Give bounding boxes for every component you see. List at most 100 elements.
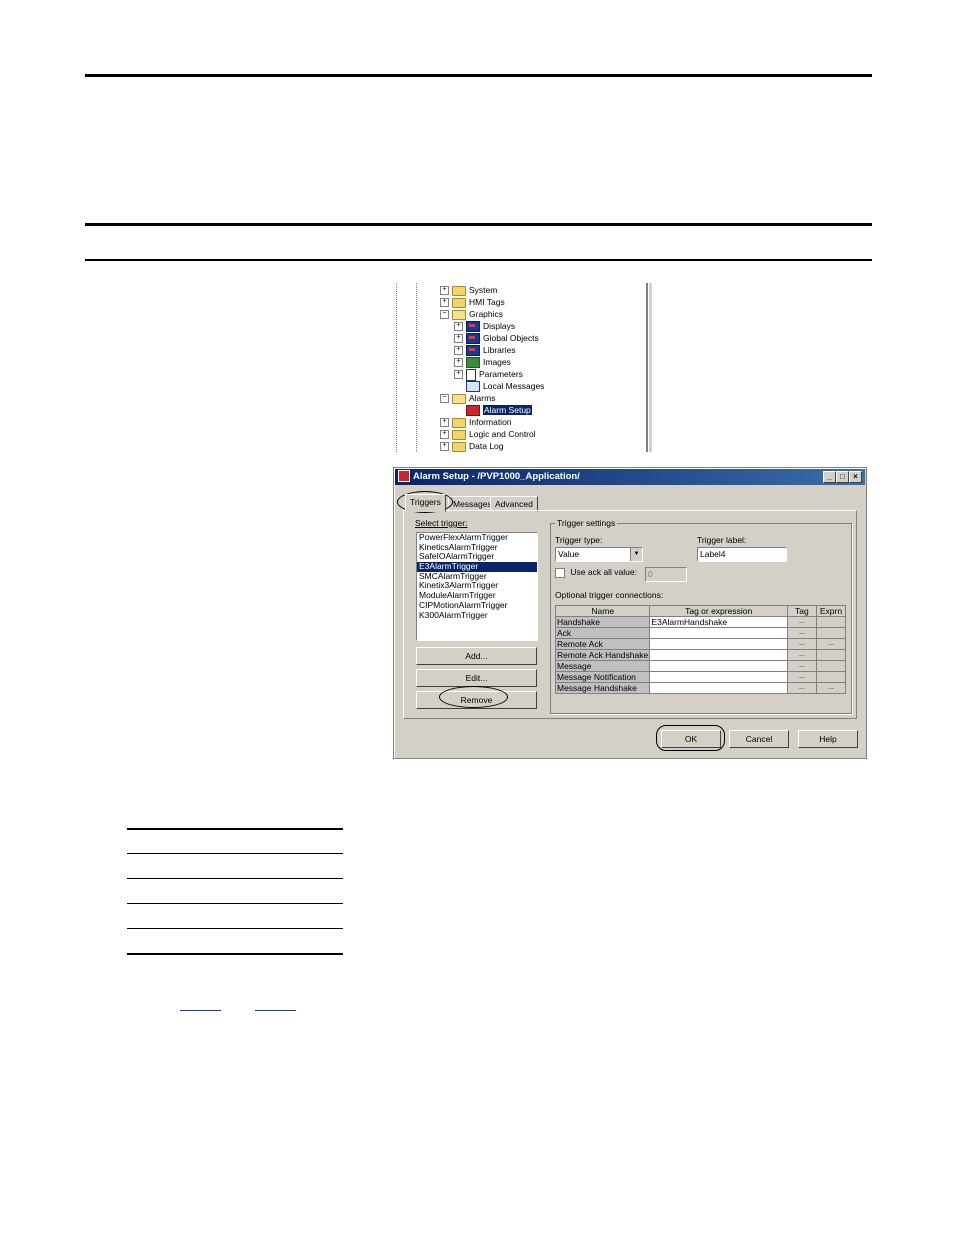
expand-icon[interactable]: + (454, 322, 463, 332)
alarm-setup-dialog: Alarm Setup - /PVP1000_Application/ _ □ … (393, 467, 867, 759)
tree-item-label: Logic and Control (469, 429, 536, 439)
tree-item[interactable]: Alarm Setup (454, 404, 532, 417)
folder-icon (452, 417, 466, 428)
tag-browse-button[interactable]: ... (786, 682, 817, 694)
tab-triggers[interactable]: Triggers (405, 494, 446, 512)
expand-icon[interactable]: + (454, 346, 463, 356)
ok-button-callout (656, 725, 725, 751)
tree-item[interactable]: − Alarms (440, 392, 495, 404)
edit-button[interactable]: Edit... (416, 669, 537, 687)
add-button[interactable]: Add... (416, 647, 537, 665)
expression-edit-button[interactable]: ... (815, 638, 847, 650)
table-row: Message Notification... (554, 671, 847, 683)
optional-connections-label: Optional trigger connections: (555, 590, 664, 600)
tree-item[interactable]: + System (440, 284, 497, 296)
link-underline-2[interactable] (255, 1010, 296, 1011)
collapse-icon[interactable]: − (440, 310, 449, 320)
trigger-type-select[interactable]: Value ▼ (555, 547, 643, 562)
connection-name-cell: Message Handshake (554, 682, 651, 694)
use-ack-all-checkbox[interactable] (555, 567, 565, 578)
tree-item[interactable]: + Information (440, 416, 512, 428)
close-button[interactable]: × (849, 471, 862, 483)
trigger-list[interactable]: PowerFlexAlarmTrigger KineticsAlarmTrigge… (416, 532, 538, 641)
section-rule-bottom (85, 259, 872, 261)
expression-edit-button[interactable] (815, 671, 847, 683)
tag-expression-cell[interactable] (649, 660, 788, 672)
expression-edit-button[interactable] (815, 627, 847, 639)
tag-expression-cell[interactable] (649, 649, 788, 661)
title-bar[interactable]: Alarm Setup - /PVP1000_Application/ _ □ … (395, 469, 865, 485)
column-header-tag[interactable]: Tag (786, 605, 817, 617)
dialog-title: Alarm Setup - /PVP1000_Application/ (413, 471, 580, 482)
tag-browse-button[interactable]: ... (786, 660, 817, 672)
maximize-button[interactable]: □ (836, 471, 849, 483)
expand-icon[interactable]: + (440, 430, 449, 440)
trigger-type-label: Trigger type: (555, 535, 603, 545)
connection-name-cell: Remote Ack (554, 638, 651, 650)
tree-item[interactable]: + Libraries (454, 344, 516, 357)
tree-item-label: Displays (483, 321, 516, 331)
table-rule-5 (127, 928, 343, 929)
expression-edit-button[interactable] (815, 660, 847, 672)
tag-browse-button[interactable]: ... (786, 616, 817, 628)
tree-item[interactable]: + Displays (454, 320, 516, 333)
use-ack-all-row: Use ack all value: (555, 567, 637, 578)
expression-edit-button[interactable]: ... (815, 682, 847, 694)
expand-icon[interactable]: + (454, 370, 463, 380)
expand-icon[interactable]: + (440, 298, 449, 308)
tag-expression-cell[interactable] (649, 638, 788, 650)
expression-edit-button[interactable] (815, 649, 847, 661)
tag-browse-button[interactable]: ... (786, 649, 817, 661)
tree-item[interactable]: + HMI Tags (440, 296, 505, 308)
tag-expression-cell[interactable] (649, 627, 788, 639)
table-row: Remote Ack...... (554, 638, 847, 650)
tree-item-label: Data Log (469, 441, 504, 451)
minimize-button[interactable]: _ (823, 471, 836, 483)
link-underline-1[interactable] (180, 1010, 221, 1011)
open-folder-icon (452, 393, 466, 404)
remove-button-callout (439, 686, 508, 708)
folder-icon (452, 285, 466, 296)
expand-icon[interactable]: + (454, 358, 463, 368)
cancel-button[interactable]: Cancel (729, 730, 789, 748)
message-icon (466, 381, 480, 393)
column-header-name[interactable]: Name (554, 605, 651, 617)
use-ack-all-label: Use ack all value: (570, 567, 637, 577)
trigger-label-input[interactable]: Label4 (697, 547, 787, 562)
tag-browse-button[interactable]: ... (786, 638, 817, 650)
column-header-exprn[interactable]: Exprn (815, 605, 847, 617)
tree-item[interactable]: + Data Log (440, 440, 504, 452)
column-header-tag-or-expression[interactable]: Tag or expression (649, 605, 788, 617)
expand-icon[interactable]: + (440, 442, 449, 452)
display-icon (466, 321, 480, 333)
tree-item[interactable]: Local Messages (454, 380, 544, 393)
tree-item-label: Information (469, 417, 512, 427)
dropdown-arrow-icon[interactable]: ▼ (630, 548, 642, 561)
alarm-icon (466, 405, 480, 417)
table-row: Handshake E3AlarmHandshake... (554, 616, 847, 628)
tree-item[interactable]: − Graphics (440, 308, 503, 320)
table-rule-2 (127, 853, 343, 854)
help-button[interactable]: Help (798, 730, 858, 748)
tree-item[interactable]: + Global Objects (454, 332, 539, 345)
tree-item[interactable]: + Parameters (454, 368, 523, 381)
tree-item[interactable]: + Logic and Control (440, 428, 536, 440)
trigger-list-item[interactable]: K300AlarmTrigger (417, 610, 537, 621)
tag-expression-cell[interactable]: E3AlarmHandshake (649, 616, 788, 628)
tag-expression-cell[interactable] (649, 682, 788, 694)
tag-expression-cell[interactable] (649, 671, 788, 683)
tag-browse-button[interactable]: ... (786, 671, 817, 683)
connection-name-cell: Handshake (554, 616, 651, 628)
trigger-label-label: Trigger label: (697, 535, 747, 545)
trigger-settings-group: Trigger settings Trigger type: Value ▼ T… (550, 518, 852, 714)
table-rule-1 (127, 828, 343, 830)
collapse-icon[interactable]: − (440, 394, 449, 404)
expand-icon[interactable]: + (440, 286, 449, 296)
tree-item[interactable]: + Images (454, 356, 511, 369)
expand-icon[interactable]: + (440, 418, 449, 428)
open-folder-icon (452, 309, 466, 320)
expand-icon[interactable]: + (454, 334, 463, 344)
tag-browse-button[interactable]: ... (786, 627, 817, 639)
table-row: Ack... (554, 627, 847, 639)
expression-edit-button[interactable] (815, 616, 847, 628)
